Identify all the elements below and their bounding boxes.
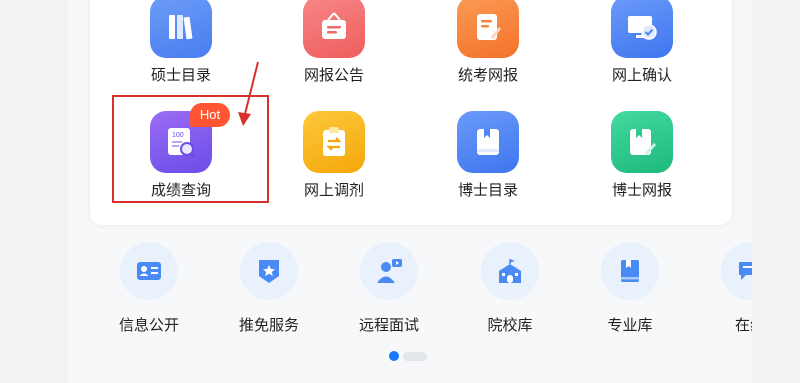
service-label: 远程面试	[358, 316, 419, 334]
grid-item-doctoral-registration[interactable]: 博士网报	[572, 111, 712, 200]
service-label: 推免服务	[238, 316, 299, 334]
grid-item-unified-registration[interactable]: 统考网报	[418, 0, 558, 85]
service-info-disclosure[interactable]: 信息公开	[99, 242, 199, 335]
id-card-icon	[120, 242, 178, 300]
grid-item-label: 网报公告	[303, 66, 364, 84]
grid-item-announcements[interactable]: 网报公告	[264, 0, 404, 85]
grid-item-label: 统考网报	[457, 66, 518, 84]
service-remote-interview[interactable]: 远程面试	[339, 242, 439, 335]
grid-item-label: 博士目录	[457, 181, 518, 199]
service-label: 院校库	[487, 316, 533, 334]
video-interview-icon	[360, 242, 418, 300]
service-major-library[interactable]: 专业库	[580, 242, 680, 335]
grid-item-doctoral-catalog[interactable]: 博士目录	[418, 111, 558, 200]
monitor-check-icon	[611, 0, 673, 58]
grid-item-online-confirmation[interactable]: 网上确认	[572, 0, 712, 85]
grid-item-label: 网上确认	[611, 66, 672, 84]
grid-item-online-adjustment[interactable]: 网上调剂	[264, 111, 404, 200]
page-right-margin	[752, 0, 800, 383]
notice-board-icon	[303, 0, 365, 58]
pager-dot-inactive[interactable]	[403, 351, 427, 361]
book-edit-icon	[611, 111, 673, 173]
carousel-pager[interactable]	[389, 351, 427, 361]
star-badge-icon	[240, 242, 298, 300]
books-icon	[150, 0, 212, 58]
service-exemption[interactable]: 推免服务	[219, 242, 319, 335]
grid-item-label: 网上调剂	[303, 181, 364, 199]
grid-item-label: 博士网报	[611, 181, 672, 199]
clipboard-swap-icon	[303, 111, 365, 173]
annotation-arrow-icon	[238, 61, 259, 126]
school-icon	[481, 242, 539, 300]
pager-dot-active[interactable]	[389, 351, 399, 361]
service-label: 信息公开	[118, 316, 179, 334]
book-icon	[457, 111, 519, 173]
major-book-icon	[601, 242, 659, 300]
service-school-library[interactable]: 院校库	[460, 242, 560, 335]
service-label: 专业库	[607, 316, 653, 334]
form-edit-icon	[457, 0, 519, 58]
